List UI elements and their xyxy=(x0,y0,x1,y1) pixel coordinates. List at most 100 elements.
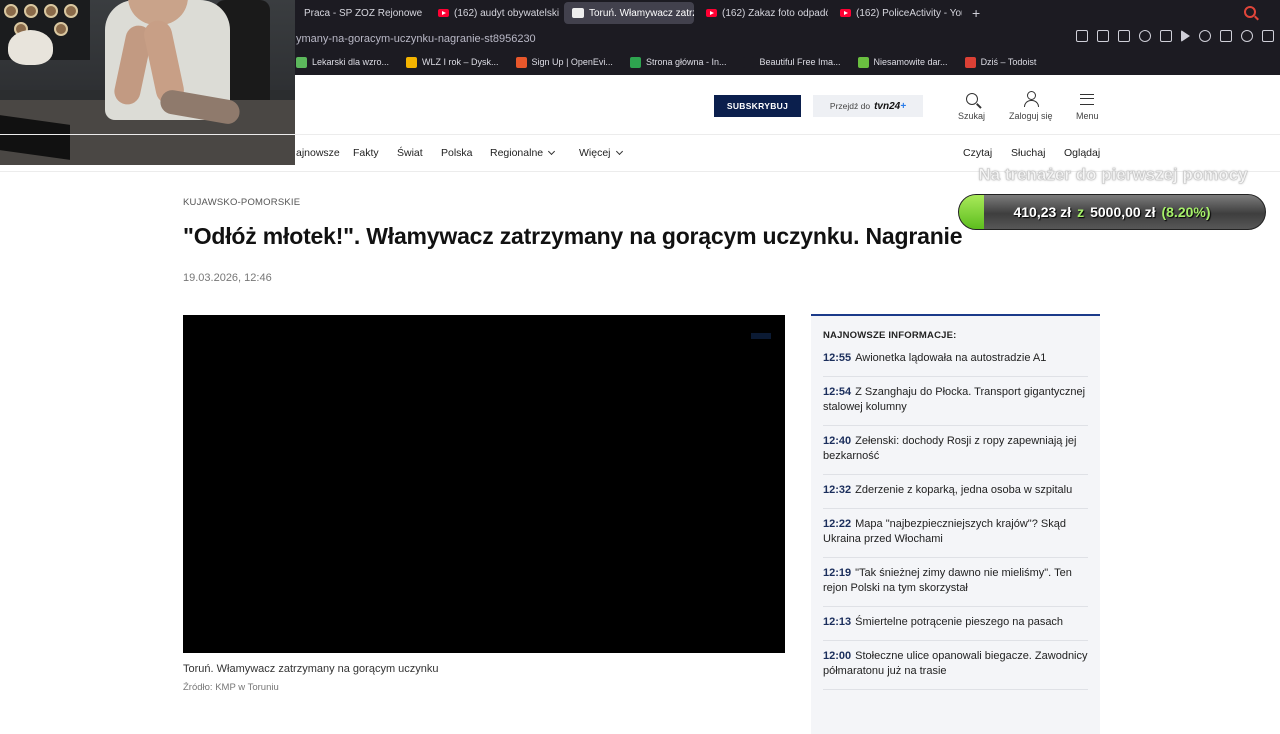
article-category[interactable]: KUJAWSKO-POMORSKIE xyxy=(183,197,300,208)
donation-separator: z xyxy=(1077,204,1085,220)
video-caption: Toruń. Włamywacz zatrzymany na gorącym u… xyxy=(183,663,439,675)
webcam-patch xyxy=(54,22,68,36)
menu-button[interactable]: Menu xyxy=(1076,90,1099,121)
toolbar-icons xyxy=(1076,30,1274,42)
play-icon[interactable] xyxy=(1181,30,1190,42)
webcam-patch xyxy=(64,4,78,18)
new-tab-button[interactable]: + xyxy=(966,5,986,21)
nav-latest[interactable]: ajnowsze xyxy=(296,147,340,159)
nav-wiecej[interactable]: Więcej xyxy=(579,147,623,159)
extensions-icon[interactable] xyxy=(1220,30,1232,42)
nav-latest-label: ajnowsze xyxy=(296,147,340,159)
nav-regionalne[interactable]: Regionalne xyxy=(490,147,556,159)
url-text: ymany-na-goracym-uczynku-nagranie-st8956… xyxy=(296,33,536,45)
pin-icon[interactable] xyxy=(1097,30,1109,42)
browser-tab[interactable]: Toruń. Włamywacz zatrzy xyxy=(564,2,694,24)
news-time: 12:32 xyxy=(823,484,852,496)
news-item[interactable]: 12:54 Z Szanghaju do Płocka. Transport gi… xyxy=(823,377,1088,426)
heart-icon[interactable] xyxy=(1199,30,1211,42)
donation-progress-bar: 410,23 zł z 5000,00 zł (8.20%) xyxy=(958,194,1266,230)
webcam-skull xyxy=(8,30,53,65)
news-item[interactable]: 12:22 Mapa "najbezpieczniejszych krajów"?… xyxy=(823,509,1088,558)
shield-icon[interactable] xyxy=(1139,30,1151,42)
nav-swiat[interactable]: Świat xyxy=(397,147,423,159)
browser-tab[interactable]: Praca - SP ZOZ Rejonowe xyxy=(296,2,426,24)
news-item[interactable]: 12:32 Zderzenie z koparką, jedna osoba w … xyxy=(823,475,1088,509)
bookmark-item[interactable]: Lekarski dla wzro... xyxy=(296,56,390,68)
browser-tab-label: (162) audyt obywatelski - xyxy=(454,7,560,19)
donation-goal: 5000,00 zł xyxy=(1090,204,1156,220)
goto-label: Przejdź do xyxy=(829,101,871,111)
menu-label: Menu xyxy=(1076,111,1099,121)
browser-tab[interactable]: (162) PoliceActivity - YouT xyxy=(832,2,962,24)
search-tabs-icon[interactable] xyxy=(1244,6,1256,18)
video-source: Źródło: KMP w Toruniu xyxy=(183,682,279,693)
url-bar[interactable]: ymany-na-goracym-uczynku-nagranie-st8956… xyxy=(296,29,1056,49)
nav-polska-label: Polska xyxy=(441,147,473,159)
subscribe-button[interactable]: SUBSKRYBUJ xyxy=(714,95,801,117)
bookmark-favicon-icon xyxy=(515,56,527,68)
news-item[interactable]: 12:13 Śmiertelne potrącenie pieszego na p… xyxy=(823,607,1088,641)
bookmark-favicon-icon xyxy=(296,56,307,68)
pocket-icon[interactable] xyxy=(1160,30,1172,42)
nav-wiecej-label: Więcej xyxy=(579,147,611,159)
webcam-patch xyxy=(24,4,38,18)
video-player[interactable] xyxy=(183,315,785,653)
news-item[interactable]: 12:55 Awionetka lądowała na autostradzie … xyxy=(823,351,1088,377)
bookmark-item[interactable]: Dziś – Todoist xyxy=(964,56,1037,68)
login-button[interactable]: Zaloguj się xyxy=(1009,90,1053,121)
search-button[interactable]: Szukaj xyxy=(958,90,985,121)
youtube-icon xyxy=(706,9,717,17)
nav-polska[interactable]: Polska xyxy=(441,147,473,159)
news-item[interactable]: 12:19 "Tak śnieżnej zimy dawno nie mieliś… xyxy=(823,558,1088,607)
nav-czytaj-label: Czytaj xyxy=(963,147,993,159)
bookmark-label: WLZ I rok – Dysk... xyxy=(422,57,499,67)
bookmark-label: Dziś – Todoist xyxy=(980,57,1037,67)
nav-ogladaj-label: Oglądaj xyxy=(1064,147,1101,159)
browser-tab[interactable]: (162) audyt obywatelski - xyxy=(430,2,560,24)
bookmark-item[interactable]: Niesamowite dar... xyxy=(857,56,948,68)
news-text: Z Szanghaju do Płocka. Transport giganty… xyxy=(823,386,1086,413)
news-item[interactable]: 12:40 Zełenski: dochody Rosji z ropy zape… xyxy=(823,426,1088,475)
youtube-icon xyxy=(840,9,851,17)
donation-percent: (8.20%) xyxy=(1161,204,1211,220)
nav-czytaj[interactable]: Czytaj xyxy=(963,147,992,159)
bookmark-label: Sign Up | OpenEvi... xyxy=(531,57,613,67)
search-icon xyxy=(965,93,978,105)
nav-fakty-label: Fakty xyxy=(353,147,379,159)
article-date: 19.03.2026, 12:46 xyxy=(183,272,272,284)
tvn24-plus: + xyxy=(900,100,907,112)
bookmark-favicon-icon xyxy=(857,56,869,68)
webcam-patch xyxy=(4,4,18,18)
news-time: 12:54 xyxy=(823,386,852,398)
site-header: SUBSKRYBUJ Przejdź do tvn24+ Szukaj Zalo… xyxy=(0,75,1280,135)
bookmark-label: Lekarski dla wzro... xyxy=(312,57,390,67)
nav-swiat-label: Świat xyxy=(397,147,423,159)
account-icon[interactable] xyxy=(1241,30,1253,42)
browser-tab[interactable]: (162) Zakaz foto odpadów xyxy=(698,2,828,24)
hamburger-icon xyxy=(1080,93,1095,105)
bookmarks-bar: Lekarski dla wzro... WLZ I rok – Dysk... S… xyxy=(296,53,1053,71)
news-text: Awionetka lądowała na autostradzie A1 xyxy=(855,352,1047,364)
news-time: 12:13 xyxy=(823,616,852,628)
nav-ogladaj[interactable]: Oglądaj xyxy=(1064,147,1100,159)
news-text: "Tak śnieżnej zimy dawno nie mieliśmy". … xyxy=(823,567,1072,594)
bookmark-item[interactable]: Strona główna - In... xyxy=(629,56,727,68)
share-icon[interactable] xyxy=(1262,30,1274,42)
news-item[interactable]: 12:00 Stołeczne ulice opanowali biegacze.… xyxy=(823,641,1088,690)
bookmark-label: Strona główna - In... xyxy=(645,57,727,67)
nav-fakty[interactable]: Fakty xyxy=(353,147,379,159)
news-time: 12:00 xyxy=(823,650,852,662)
news-text: Stołeczne ulice opanowali biegacze. Zawo… xyxy=(823,650,1088,677)
latest-news-list: 12:55 Awionetka lądowała na autostradzie … xyxy=(823,351,1088,690)
crop-icon[interactable] xyxy=(1118,30,1130,42)
bookmark-item[interactable]: Beautiful Free Ima... xyxy=(743,56,841,68)
bookmark-item[interactable]: WLZ I rok – Dysk... xyxy=(406,56,499,68)
user-icon xyxy=(1023,91,1039,107)
nav-sluchaj[interactable]: Słuchaj xyxy=(1011,147,1045,159)
goto-tvn24-button[interactable]: Przejdź do tvn24+ xyxy=(813,95,923,117)
chevron-down-icon xyxy=(615,147,623,156)
bookmark-item[interactable]: Sign Up | OpenEvi... xyxy=(515,56,613,68)
tvn24-favicon-icon xyxy=(572,8,584,18)
sidebar-icon[interactable] xyxy=(1076,30,1088,42)
